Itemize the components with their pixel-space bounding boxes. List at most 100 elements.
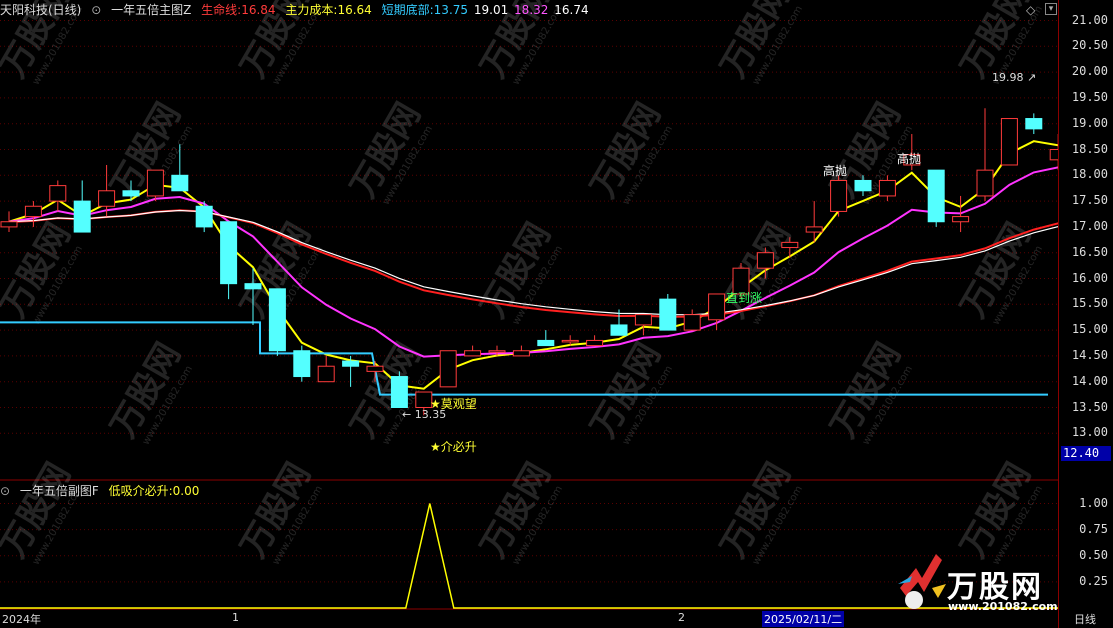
sub-tick-label: 0.50 [1079, 547, 1108, 562]
candle-body [342, 360, 360, 367]
price-tick-label: 16.50 [1071, 244, 1108, 259]
candle-body [390, 376, 408, 409]
candle [293, 345, 311, 382]
candle [805, 201, 823, 243]
candle-body [1025, 118, 1043, 130]
candle-body [610, 324, 628, 336]
candle [976, 108, 994, 202]
watermark: 万股网www.201082.com [713, 0, 805, 87]
candle-body [293, 350, 311, 378]
minimize-icon[interactable]: ▾ [1045, 3, 1057, 15]
x-label-month-2: 2 [678, 611, 685, 624]
life-line-label: 生命线: [201, 3, 242, 17]
price-tick-label: 14.50 [1071, 347, 1108, 362]
main-indicator-name[interactable]: 一年五倍主图Z [111, 3, 191, 17]
high-price-label: 19.98 ↗ [992, 71, 1037, 84]
candle [830, 175, 848, 217]
brand-url: www.201082.com [948, 600, 1058, 613]
candle-body [683, 314, 701, 331]
price-tick-label: 19.00 [1071, 115, 1108, 130]
candle-body [171, 174, 189, 192]
candle-body [195, 205, 213, 228]
candle [464, 345, 482, 357]
main-header: 天阳科技(日线) ⊙ 一年五倍主图Z 生命线:16.84 主力成本:16.64 … [0, 0, 595, 20]
short-bottom-value-1: 13.75 [433, 3, 469, 17]
candle [317, 355, 335, 383]
candle [439, 350, 457, 388]
candle-body [830, 179, 848, 212]
price-tick-label: 13.50 [1071, 399, 1108, 414]
life-line-value: 16.84 [241, 3, 276, 17]
price-tick-label: 15.00 [1071, 322, 1108, 337]
x-label-year: 2024年 [2, 613, 41, 626]
price-axis[interactable]: 21.00 20.50 20.00 19.50 19.00 18.50 18.00 17.50… [1058, 0, 1113, 628]
x-label-cursor-date: 2025/02/11/二 [762, 611, 845, 627]
chevron-down-icon[interactable]: ⊙ [0, 484, 10, 498]
short-bottom-value-2: 19.01 [473, 3, 509, 17]
watermark: 万股网www.201082.com [233, 456, 325, 567]
watermark: 万股网www.201082.com [583, 96, 675, 207]
stock-title[interactable]: 天阳科技(日线) [0, 3, 81, 17]
watermark: 万股网www.201082.com [343, 96, 435, 207]
candle-body [512, 350, 530, 357]
candle-body [586, 339, 604, 347]
sub-tick-label: 0.75 [1079, 521, 1108, 536]
short-bottom-value-3: 18.32 [514, 3, 549, 17]
candle [927, 169, 945, 227]
short-bottom-value-4: 16.74 [554, 3, 589, 17]
sub-indicator-name[interactable]: 一年五倍副图F [20, 484, 99, 498]
candle [586, 335, 604, 347]
price-tick-label: 15.50 [1071, 296, 1108, 311]
candle-body [146, 169, 164, 197]
kline-chart[interactable]: 万股网www.201082.com 万股网www.201082.com 万股网www… [0, 0, 1058, 628]
candle-body [659, 298, 677, 331]
candle [634, 314, 652, 336]
candle-body [537, 339, 555, 347]
candle [24, 201, 42, 227]
candle-body [439, 350, 457, 388]
watermark: 万股网www.201082.com [473, 456, 565, 567]
period-label[interactable]: 日线 [1074, 611, 1096, 627]
candle-body [49, 185, 67, 202]
candle [220, 221, 238, 300]
rise-signal: 直到涨 [726, 291, 763, 305]
signal-value: 0.00 [172, 484, 200, 498]
price-tick-label: 19.50 [1071, 89, 1108, 104]
candle-body [73, 200, 91, 233]
candle [0, 211, 18, 233]
sell-signal-2: 高抛 [897, 152, 922, 166]
candle [49, 180, 67, 212]
diamond-icon[interactable]: ◇ [1026, 3, 1035, 17]
candle [1000, 118, 1018, 166]
watermark: 万股网www.201082.com [713, 456, 805, 567]
candle-body [268, 288, 286, 352]
candle-body [805, 226, 823, 233]
candle [268, 288, 286, 356]
price-tick-label: 20.00 [1071, 64, 1108, 79]
candle [73, 180, 91, 233]
candle [659, 293, 677, 331]
candle-body [1000, 118, 1018, 166]
sell-signal-1: 高抛 [823, 164, 848, 178]
logo-arrow-icon [898, 554, 946, 609]
candle-body [878, 179, 896, 197]
price-tick-label: 18.50 [1071, 141, 1108, 156]
candle-body [366, 365, 384, 372]
watermark: 万股网www.201082.com [473, 216, 565, 327]
candle-body [854, 179, 872, 192]
candle-body [0, 221, 18, 228]
main-cost-value: 16.64 [337, 3, 372, 17]
main-cost-label: 主力成本: [285, 3, 338, 17]
candle-body [634, 314, 652, 326]
price-tick-label: 16.00 [1071, 270, 1108, 285]
x-label-month-1: 1 [232, 611, 239, 624]
candle [683, 309, 701, 331]
candle-body [488, 350, 506, 353]
candle-body [781, 241, 799, 249]
signal-label: 低吸介必升: [108, 484, 173, 498]
candle-body [464, 350, 482, 357]
price-tick-label: 20.50 [1071, 38, 1108, 53]
chevron-down-icon[interactable]: ⊙ [91, 3, 101, 17]
candle-body [561, 339, 579, 343]
candle [390, 371, 408, 409]
